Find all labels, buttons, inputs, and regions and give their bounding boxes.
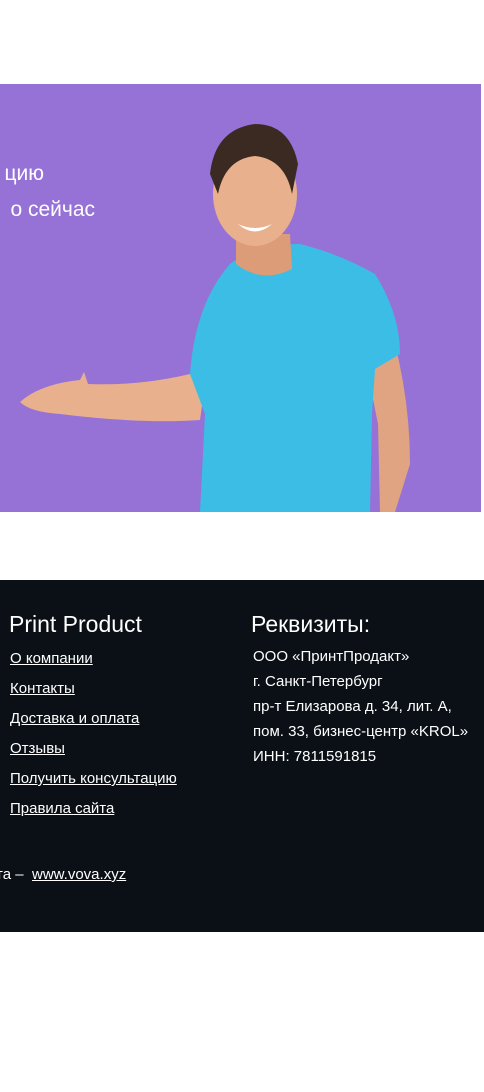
footer-link-reviews[interactable]: Отзывы xyxy=(10,734,177,764)
footer-links: О компании Контакты Доставка и оплата От… xyxy=(10,644,177,824)
footer-link-consultation[interactable]: Получить консультацию xyxy=(10,764,177,794)
requisite-office: пом. 33, бизнес-центр «KROL» xyxy=(253,723,469,740)
requisite-company: ООО «ПринтПродакт» xyxy=(253,648,410,665)
requisite-city: г. Санкт-Петербург xyxy=(253,673,383,690)
credit-link[interactable]: www.vova.xyz xyxy=(32,866,126,883)
requisite-street: пр-т Елизарова д. 34, лит. А, xyxy=(253,698,452,715)
requisite-inn: ИНН: 7811591815 xyxy=(253,748,377,765)
man-pointing-image xyxy=(20,124,410,512)
promo-banner: цию о сейчас xyxy=(0,84,481,512)
footer-link-about[interactable]: О компании xyxy=(10,644,177,674)
requisites-list: ООО «ПринтПродакт» г. Санкт-Петербург пр… xyxy=(253,644,468,769)
footer-link-contacts[interactable]: Контакты xyxy=(10,674,177,704)
footer-brand-title: Print Product xyxy=(9,611,142,637)
footer-link-delivery[interactable]: Доставка и оплата xyxy=(10,704,177,734)
footer-link-rules[interactable]: Правила сайта xyxy=(10,794,177,824)
requisites-title: Реквизиты: xyxy=(251,611,371,637)
credit-prefix: та – xyxy=(0,866,24,883)
footer: Print Product О компании Контакты Достав… xyxy=(0,580,484,932)
banner-text-line-1: цию xyxy=(4,162,44,185)
banner-text-line-2: о сейчас xyxy=(10,198,95,221)
